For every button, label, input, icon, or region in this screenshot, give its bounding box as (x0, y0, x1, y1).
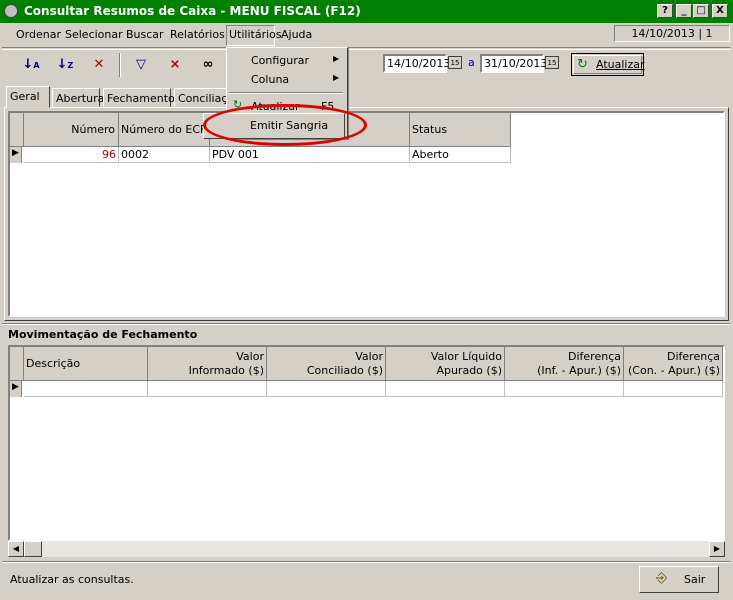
menu-selecionar[interactable]: Selecionar (65, 28, 123, 41)
exit-label: Sair (684, 573, 706, 586)
minimize-button[interactable]: _ (676, 4, 692, 18)
cell-empty[interactable] (624, 381, 723, 397)
col-valor-informado-l2: Informado ($) (188, 364, 264, 377)
filter-clear-icon[interactable]: ⨯ (164, 54, 186, 76)
menu-configurar[interactable]: Configurar (251, 54, 309, 67)
sort-clear-icon[interactable]: ✕ (88, 54, 110, 76)
col-diferenca-con-l2: (Con. - Apur.) ($) (628, 364, 720, 377)
closing-grid[interactable]: Descrição Valor Informado ($) Valor Concil… (8, 345, 725, 541)
date-from-field[interactable]: 14/10/2013 (383, 54, 450, 73)
cell-empty[interactable] (148, 381, 267, 397)
col-status[interactable]: Status (410, 113, 511, 147)
summary-grid[interactable]: Número Número do ECF De Status ▶ 96 0002… (8, 111, 725, 317)
calendar-to-icon[interactable]: 15 (545, 56, 559, 69)
horizontal-scrollbar[interactable] (8, 541, 725, 557)
col-numero-ecf[interactable]: Número do ECF (119, 113, 210, 147)
col-valor-informado-l1: Valor (236, 350, 264, 363)
col-valor-informado[interactable]: Valor Informado ($) (148, 347, 267, 381)
row-pointer-icon: ▶ (12, 148, 19, 158)
col-valor-conciliado-l1: Valor (355, 350, 383, 363)
menu-buscar[interactable]: Buscar (126, 28, 164, 41)
col-diferenca-inf[interactable]: Diferença (Inf. - Apur.) ($) (505, 347, 624, 381)
col-diferenca-con-l1: Diferença (667, 350, 720, 363)
tab-abertura[interactable]: Abertura (52, 88, 104, 107)
window-title: Consultar Resumos de Caixa - MENU FISCAL… (24, 4, 361, 18)
col-numero[interactable]: Número (24, 113, 119, 147)
tab-fechamento[interactable]: Fechamento (103, 88, 175, 107)
help-button[interactable]: ? (657, 4, 673, 18)
date-range-separator: a (468, 56, 475, 69)
scroll-left-icon[interactable]: ◀ (8, 541, 24, 557)
sort-asc-icon[interactable]: ↓A (20, 54, 42, 76)
calendar-from-icon[interactable]: 15 (448, 56, 462, 69)
menu-coluna[interactable]: Coluna (251, 73, 289, 86)
col-diferenca-inf-l1: Diferença (568, 350, 621, 363)
highlight-ellipse (203, 104, 367, 146)
app-icon[interactable] (4, 4, 18, 18)
date-to-field[interactable]: 31/10/2013 (480, 54, 547, 73)
cell-empty[interactable] (267, 381, 386, 397)
scroll-right-icon[interactable]: ▶ (709, 541, 725, 557)
refresh-label: Atualizar (596, 58, 645, 71)
row-indicator-2[interactable]: ▶ (10, 381, 22, 397)
cell-numero[interactable]: 96 (24, 147, 119, 163)
cell-descricao[interactable]: PDV 001 (210, 147, 410, 163)
splitter[interactable] (2, 323, 731, 325)
tab-conciliacao[interactable]: Conciliação (174, 88, 230, 107)
toolbar-separator (119, 53, 121, 77)
cell-empty[interactable] (386, 381, 505, 397)
col-valor-liquido-l2: Apurado ($) (436, 364, 502, 377)
cell-empty[interactable] (505, 381, 624, 397)
scroll-thumb[interactable] (24, 541, 42, 557)
menu-separator (229, 92, 343, 94)
cell-empty[interactable] (24, 381, 148, 397)
cell-numero-ecf[interactable]: 0002 (119, 147, 210, 163)
maximize-button[interactable]: □ (693, 4, 709, 18)
submenu-arrow-icon: ▶ (333, 73, 340, 82)
toolbar-divider (2, 47, 731, 50)
col-diferenca-inf-l2: (Inf. - Apur.) ($) (537, 364, 621, 377)
menu-relatorios[interactable]: Relatórios (170, 28, 225, 41)
col-valor-liquido-l1: Valor Líquido (430, 350, 502, 363)
grid2-corner (10, 347, 24, 381)
close-button[interactable]: X (712, 4, 728, 18)
col-descricao2[interactable]: Descrição (24, 347, 148, 381)
submenu-arrow-icon: ▶ (333, 54, 340, 63)
cell-status[interactable]: Aberto (410, 147, 511, 163)
menu-ordenar[interactable]: Ordenar (16, 28, 61, 41)
refresh-icon: ↻ (577, 57, 588, 72)
col-valor-conciliado-l2: Conciliado ($) (306, 364, 383, 377)
grid-corner (10, 113, 24, 147)
status-divider (2, 561, 731, 563)
col-valor-conciliado[interactable]: Valor Conciliado ($) (267, 347, 386, 381)
refresh-button[interactable]: ↻ Atualizar (571, 53, 645, 76)
status-text: Atualizar as consultas. (10, 573, 134, 586)
exit-button[interactable]: ⎆ Sair (639, 566, 719, 593)
row-indicator[interactable]: ▶ (10, 147, 22, 163)
col-diferenca-con[interactable]: Diferença (Con. - Apur.) ($) (624, 347, 723, 381)
tab-geral[interactable]: Geral (6, 86, 50, 108)
row-pointer-icon: ▶ (12, 382, 19, 392)
binoculars-icon[interactable]: ∞ (197, 54, 219, 76)
filter-icon[interactable]: ▽ (130, 54, 152, 76)
menu-utilitarios[interactable]: Utilitários (229, 28, 282, 41)
menu-ajuda[interactable]: Ajuda (281, 28, 312, 41)
door-exit-icon: ⎆ (656, 570, 668, 586)
sort-desc-icon[interactable]: ↓Z (54, 54, 76, 76)
section-title: Movimentação de Fechamento (8, 328, 198, 341)
session-date-status: 14/10/2013 | 1 (614, 25, 730, 42)
col-valor-liquido[interactable]: Valor Líquido Apurado ($) (386, 347, 505, 381)
